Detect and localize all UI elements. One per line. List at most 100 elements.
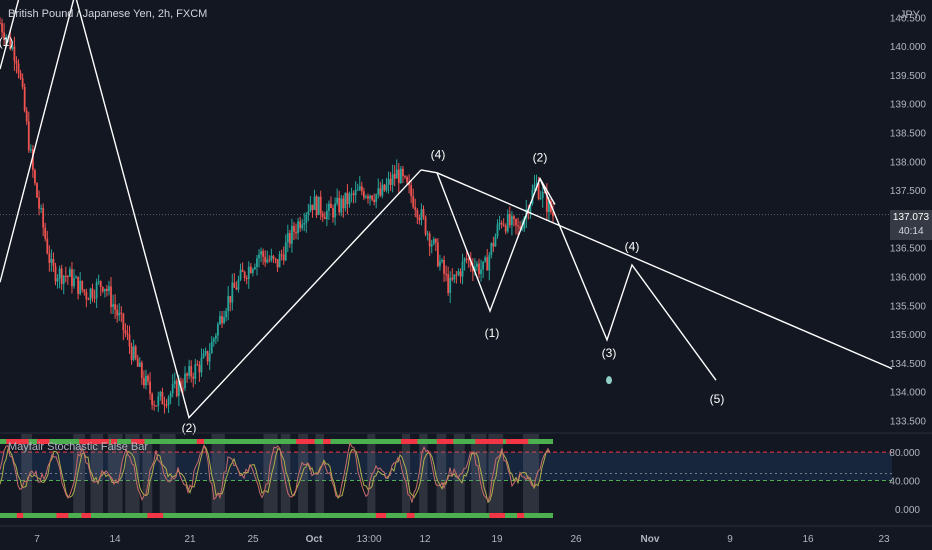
candle-body	[385, 184, 388, 191]
candle-body	[122, 313, 125, 331]
candle-body	[311, 204, 314, 210]
candle-body	[155, 405, 158, 407]
candle-body	[412, 196, 415, 208]
candle-body	[280, 254, 283, 256]
candle-body	[40, 207, 43, 209]
candle-body	[99, 281, 102, 288]
candle-body	[262, 251, 265, 257]
candle-body	[249, 266, 252, 273]
candle-body	[75, 276, 77, 279]
candle-body	[266, 259, 269, 263]
candle-body	[97, 281, 100, 283]
candle-body	[128, 334, 131, 347]
last-price-badge: 137.073 40:14	[890, 210, 932, 240]
candle-body	[64, 275, 67, 277]
candle-body	[229, 295, 232, 303]
candle-body	[245, 278, 248, 280]
candle-body	[321, 213, 324, 218]
candle-body	[79, 280, 82, 294]
candle-body	[140, 362, 143, 379]
candle-body	[338, 197, 341, 213]
candle-body	[367, 196, 369, 199]
bottom-signal-red	[489, 513, 506, 518]
candle-body	[237, 279, 240, 290]
candle-body	[393, 174, 396, 179]
candle-body	[496, 224, 499, 237]
candle-body	[416, 210, 419, 218]
candle-body	[251, 269, 254, 273]
candle-body	[208, 353, 211, 362]
candle-body	[284, 242, 287, 261]
candle-body	[342, 198, 345, 209]
date-tick-label: 13:00	[356, 534, 381, 545]
wave-label: (1)	[0, 35, 13, 49]
candle-body	[301, 224, 304, 229]
candle-body	[317, 196, 320, 215]
candle-body	[1, 23, 3, 33]
candle-body	[223, 317, 225, 324]
price-tick-label: 134.000	[890, 388, 927, 399]
candle-body	[428, 233, 431, 247]
indicator-title: Mayfair Stochastic False Bar	[8, 441, 148, 453]
candle-body	[0, 23, 1, 25]
candle-body	[83, 289, 86, 292]
candle-body	[541, 191, 544, 198]
candle-body	[167, 397, 170, 406]
candle-body	[478, 263, 480, 275]
candle-body	[60, 268, 63, 284]
bottom-signal-red	[375, 513, 387, 518]
candle-body	[383, 184, 386, 191]
candle-countdown: 40:14	[898, 226, 924, 237]
candle-body	[93, 297, 96, 299]
candle-body	[258, 254, 260, 259]
candle-body	[426, 233, 429, 235]
candle-body	[239, 269, 242, 280]
candle-body	[149, 381, 151, 394]
candle-body	[182, 388, 184, 390]
wave-label: (5)	[710, 392, 725, 406]
candle-body	[157, 396, 160, 407]
candle-body	[175, 380, 178, 397]
candle-body	[270, 255, 273, 261]
candle-body	[17, 63, 20, 73]
candle-body	[457, 271, 460, 275]
candle-body	[328, 203, 330, 211]
wave-label: (1)	[485, 326, 500, 340]
candle-body	[325, 210, 328, 219]
candle-body	[517, 225, 519, 227]
candle-body	[124, 330, 127, 334]
candle-body	[169, 393, 172, 398]
candle-body	[126, 333, 129, 335]
candle-body	[293, 225, 295, 232]
price-tick-label: 136.500	[890, 244, 927, 255]
candle-body	[291, 225, 293, 244]
candle-body	[243, 271, 246, 279]
bottom-signal-red	[517, 513, 525, 518]
candle-body	[422, 209, 425, 217]
wave-label: (4)	[431, 147, 446, 161]
candle-body	[379, 188, 382, 196]
candle-body	[389, 178, 392, 185]
candle-body	[110, 286, 112, 307]
candle-body	[116, 309, 119, 316]
candle-body	[268, 259, 271, 261]
candle-body	[54, 266, 57, 282]
false-bar-shade	[263, 434, 278, 518]
candle-body	[369, 195, 371, 199]
candle-body	[85, 291, 88, 300]
candle-body	[58, 268, 61, 279]
candle-body	[365, 196, 367, 198]
price-chart[interactable]: 140.500140.000139.500139.000138.500138.0…	[0, 0, 932, 550]
candle-body	[463, 258, 466, 262]
candle-body	[173, 380, 176, 384]
candle-body	[274, 258, 277, 260]
candle-body	[295, 231, 297, 234]
wave-label: (4)	[625, 240, 640, 254]
candle-body	[188, 366, 191, 376]
candle-body	[377, 188, 380, 195]
candle-body	[241, 269, 244, 272]
candle-body	[118, 312, 121, 316]
candle-body	[350, 193, 353, 195]
candle-body	[461, 261, 464, 277]
candle-body	[48, 253, 51, 263]
